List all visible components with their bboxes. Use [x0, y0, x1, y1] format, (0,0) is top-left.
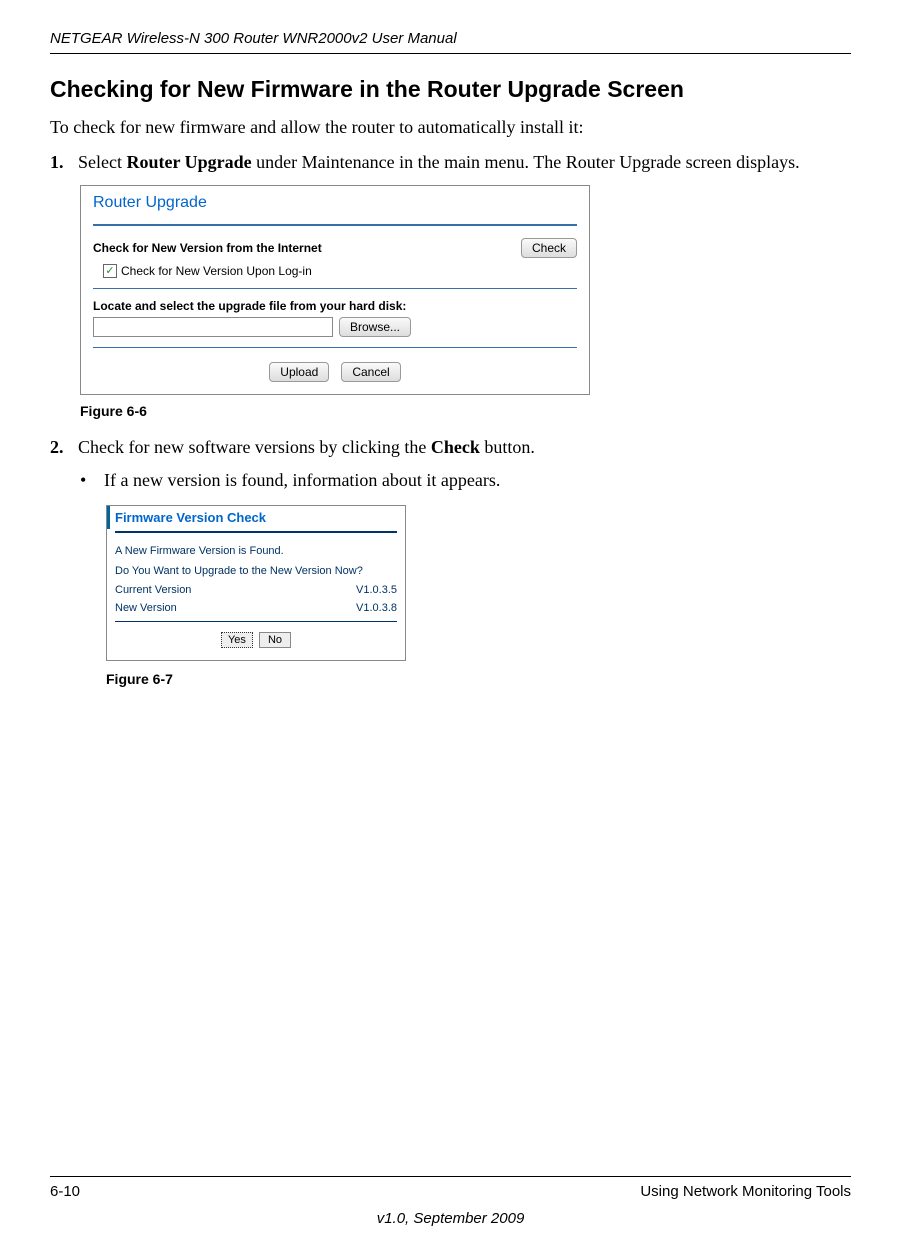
step-1-number: 1. [50, 152, 78, 173]
step-2-number: 2. [50, 437, 78, 458]
divider [93, 347, 577, 348]
upload-button[interactable]: Upload [269, 362, 329, 382]
step-1-bold: Router Upgrade [126, 152, 251, 172]
step-1-prefix: Select [78, 152, 126, 172]
router-upgrade-title: Router Upgrade [93, 194, 577, 218]
new-version-row: New Version V1.0.3.8 [115, 599, 397, 617]
checkbox-label: Check for New Version Upon Log-in [121, 264, 312, 278]
current-version-value: V1.0.3.5 [356, 584, 397, 596]
new-version-value: V1.0.3.8 [356, 602, 397, 614]
footer-section-name: Using Network Monitoring Tools [640, 1183, 851, 1200]
current-version-row: Current Version V1.0.3.5 [115, 581, 397, 599]
check-version-label: Check for New Version from the Internet [93, 241, 322, 255]
firmware-found-text: A New Firmware Version is Found. [115, 541, 397, 561]
checkbox-checked-icon[interactable]: ✓ [103, 264, 117, 278]
figure-6-6-box: Router Upgrade Check for New Version fro… [80, 185, 851, 395]
divider [115, 531, 397, 533]
firmware-check-content: A New Firmware Version is Found. Do You … [107, 531, 405, 660]
divider [93, 288, 577, 289]
step-2-bold: Check [431, 437, 480, 457]
action-button-row: Upload Cancel [93, 354, 577, 382]
bullet-text: If a new version is found, information a… [104, 470, 500, 491]
bullet-dot: • [80, 470, 104, 491]
figure-6-6-caption: Figure 6-6 [80, 403, 851, 419]
cancel-button[interactable]: Cancel [341, 362, 400, 382]
footer-version: v1.0, September 2009 [50, 1210, 851, 1227]
file-input-row: Browse... [93, 313, 577, 341]
yes-button[interactable]: Yes [221, 632, 253, 648]
current-version-label: Current Version [115, 584, 191, 596]
footer-row: 6-10 Using Network Monitoring Tools [50, 1183, 851, 1200]
page-footer: 6-10 Using Network Monitoring Tools v1.0… [50, 1176, 851, 1227]
browse-button[interactable]: Browse... [339, 317, 411, 337]
checkbox-row: ✓ Check for New Version Upon Log-in [93, 260, 577, 282]
footer-divider [50, 1176, 851, 1177]
divider [93, 224, 577, 226]
check-button[interactable]: Check [521, 238, 577, 258]
step-1-suffix: under Maintenance in the main menu. The … [252, 152, 800, 172]
page-number: 6-10 [50, 1183, 80, 1200]
new-version-label: New Version [115, 602, 177, 614]
upgrade-prompt-text: Do You Want to Upgrade to the New Versio… [115, 561, 397, 581]
step-2-prefix: Check for new software versions by click… [78, 437, 431, 457]
figure-6-7-caption: Figure 6-7 [106, 671, 851, 687]
firmware-check-title: Firmware Version Check [107, 506, 405, 529]
check-version-row: Check for New Version from the Internet … [93, 236, 577, 260]
page-header: NETGEAR Wireless-N 300 Router WNR2000v2 … [50, 30, 851, 54]
intro-text: To check for new firmware and allow the … [50, 117, 851, 138]
step-2-suffix: button. [480, 437, 535, 457]
locate-label: Locate and select the upgrade file from … [93, 295, 577, 313]
section-heading: Checking for New Firmware in the Router … [50, 76, 851, 103]
divider [115, 621, 397, 622]
step-1: 1. Select Router Upgrade under Maintenan… [50, 152, 851, 173]
no-button[interactable]: No [259, 632, 291, 648]
step-2: 2. Check for new software versions by cl… [50, 437, 851, 458]
step-1-text: Select Router Upgrade under Maintenance … [78, 152, 851, 173]
router-upgrade-screenshot: Router Upgrade Check for New Version fro… [80, 185, 590, 395]
file-path-input[interactable] [93, 317, 333, 337]
firmware-check-screenshot: Firmware Version Check A New Firmware Ve… [106, 505, 406, 661]
step-2-text: Check for new software versions by click… [78, 437, 851, 458]
yes-no-row: Yes No [115, 626, 397, 652]
bullet-item: • If a new version is found, information… [80, 470, 851, 491]
